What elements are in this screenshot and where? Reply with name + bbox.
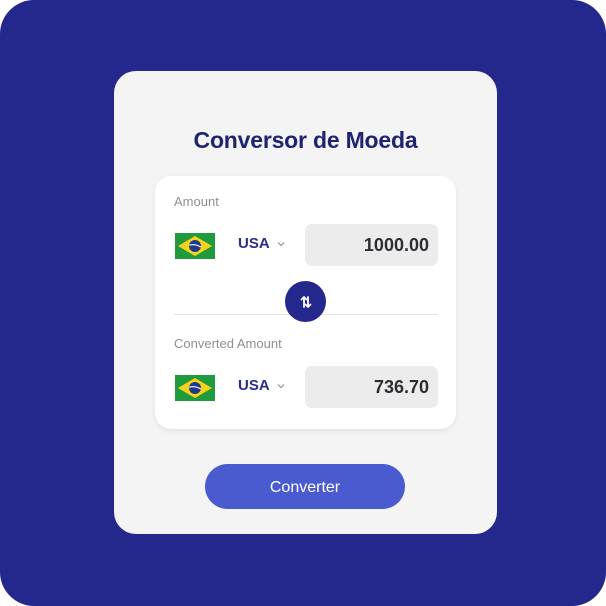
amount-label: Amount — [174, 194, 219, 209]
page-title: Conversor de Moeda — [193, 127, 418, 153]
converted-amount-label: Converted Amount — [174, 336, 282, 351]
app-background: Conversor de Moeda Amount USA 1000.00 Co… — [0, 0, 606, 606]
amount-input[interactable]: 1000.00 — [305, 224, 438, 266]
chevron-down-icon — [277, 383, 285, 388]
to-currency-label: USA — [238, 377, 270, 394]
converted-amount-field: 736.70 — [305, 366, 438, 408]
converter-card: Conversor de Moeda Amount USA 1000.00 Co… — [114, 71, 497, 534]
swap-arrows-icon — [300, 295, 311, 308]
swap-button[interactable] — [285, 281, 326, 322]
from-currency-label: USA — [238, 235, 270, 252]
brazil-flag-icon — [175, 375, 215, 401]
brazil-flag-icon — [175, 233, 215, 259]
from-currency-select[interactable]: USA — [238, 235, 285, 252]
to-currency-select[interactable]: USA — [238, 377, 285, 394]
conversion-panel: Amount USA 1000.00 Converted Amount USA … — [155, 176, 456, 429]
convert-button[interactable]: Converter — [205, 464, 405, 509]
chevron-down-icon — [277, 241, 285, 246]
